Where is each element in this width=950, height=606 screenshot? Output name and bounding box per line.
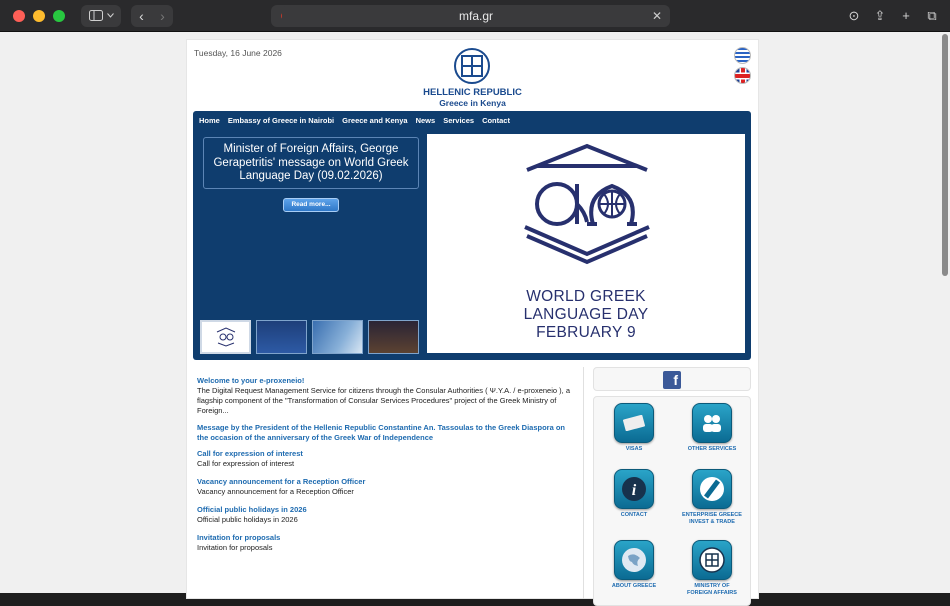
menu-greece-and-kenya[interactable]: Greece and Kenya (342, 116, 407, 125)
news-summary: Official public holidays in 2026 (197, 515, 298, 524)
emblem-icon (692, 540, 732, 580)
news-list: Welcome to your e-proxeneio! The Digital… (187, 367, 584, 599)
menu-embassy[interactable]: Embassy of Greece in Nairobi (228, 116, 334, 125)
news-summary: Call for expression of interest (197, 459, 295, 468)
news-item: Welcome to your e-proxeneio! The Digital… (197, 376, 575, 416)
page-container: Tuesday, 16 June 2026 HELLENIC REPUBLIC … (186, 39, 759, 606)
download-icon[interactable]: ⊙ (846, 8, 862, 24)
slide-feature-image[interactable]: WORLD GREEK LANGUAGE DAY FEBRUARY 9 (427, 134, 745, 353)
slide-thumbnail-3[interactable] (312, 320, 363, 354)
page-viewport: Tuesday, 16 June 2026 HELLENIC REPUBLIC … (0, 32, 950, 606)
slide-thumbnail-4[interactable] (368, 320, 419, 354)
sidebar-toggle-button[interactable] (81, 4, 121, 27)
zoom-window-button[interactable] (53, 9, 65, 22)
menu-contact[interactable]: Contact (482, 116, 510, 125)
close-window-button[interactable] (13, 9, 25, 22)
site-title: HELLENIC REPUBLIC (423, 87, 522, 98)
news-title[interactable]: Official public holidays in 2026 (197, 505, 575, 515)
minimize-window-button[interactable] (33, 9, 45, 22)
news-summary: Vacancy announcement for a Reception Off… (197, 487, 354, 496)
greek-flag-icon[interactable] (734, 47, 751, 64)
url-text: mfa.gr (458, 8, 493, 23)
close-tab-icon[interactable]: ✕ (652, 9, 662, 23)
slide-thumbnails (200, 320, 419, 354)
service-other[interactable]: OTHER SERVICES (682, 403, 742, 453)
service-about-greece[interactable]: ABOUT GREECE (604, 540, 664, 590)
service-label: MINISTRY OF FOREIGN AFFAIRS (687, 583, 737, 596)
world-greek-language-day-logo-icon (524, 143, 650, 265)
news-item: Message by the President of the Hellenic… (197, 423, 575, 443)
history-navigation: ‹ › (131, 4, 173, 27)
slide-headline[interactable]: Minister of Foreign Affairs, George Gera… (203, 137, 419, 189)
service-label: ABOUT GREECE (611, 583, 657, 589)
service-label: VISAS (625, 446, 643, 452)
news-title[interactable]: Call for expression of interest (197, 449, 575, 459)
social-box: f (593, 367, 751, 391)
news-title[interactable]: Vacancy announcement for a Reception Off… (197, 477, 575, 487)
people-icon (692, 403, 732, 443)
address-bar[interactable]: mfa.gr ✕ (282, 4, 670, 27)
service-enterprise-greece[interactable]: ENTERPRISE GREECE INVEST & TRADE (682, 469, 742, 525)
map-icon (614, 540, 654, 580)
slide-thumbnail-2[interactable] (256, 320, 307, 354)
news-item: Official public holidays in 2026 Officia… (197, 505, 575, 525)
menu-home[interactable]: Home (199, 116, 220, 125)
back-button[interactable]: ‹ (131, 5, 152, 27)
share-icon[interactable]: ⇪ (872, 8, 888, 24)
toolbar-right-buttons: ⊙ ⇪ + ⧉ (846, 8, 940, 24)
news-title[interactable]: Invitation for proposals (197, 533, 575, 543)
feature-caption-line-2: LANGUAGE DAY (523, 306, 649, 323)
news-item: Vacancy announcement for a Reception Off… (197, 477, 575, 497)
enterprise-greece-icon (692, 469, 732, 509)
news-title[interactable]: Welcome to your e-proxeneio! (197, 376, 575, 386)
new-tab-icon[interactable]: + (898, 8, 914, 24)
tabs-overview-icon[interactable]: ⧉ (924, 8, 940, 24)
current-date: Tuesday, 16 June 2026 (194, 48, 282, 58)
services-grid: VISAS OTHER SERVICES i CONTACT ENTERPRIS… (593, 396, 751, 606)
coat-of-arms-icon (454, 48, 490, 84)
svg-text:i: i (632, 482, 637, 499)
browser-toolbar: ‹ › mfa.gr ✕ ⊙ ⇪ + ⧉ (0, 0, 950, 32)
site-subtitle: Greece in Kenya (439, 98, 506, 108)
forward-button[interactable]: › (152, 5, 173, 27)
service-label: CONTACT (620, 512, 648, 518)
feature-caption: WORLD GREEK LANGUAGE DAY FEBRUARY 9 (427, 288, 745, 342)
service-visas[interactable]: VISAS (604, 403, 664, 453)
service-label: OTHER SERVICES (687, 446, 737, 452)
sidebar-icon (88, 10, 103, 21)
main-menu: Home Embassy of Greece in Nairobi Greece… (193, 111, 751, 129)
language-day-logo-icon (216, 327, 235, 347)
news-summary: The Digital Request Management Service f… (197, 386, 570, 415)
read-more-button[interactable]: Read more... (283, 198, 339, 212)
featured-slider: Home Embassy of Greece in Nairobi Greece… (193, 111, 751, 360)
slide-thumbnail-1[interactable] (200, 320, 251, 354)
news-item: Invitation for proposals Invitation for … (197, 533, 575, 553)
facebook-icon[interactable]: f (663, 371, 681, 389)
menu-services[interactable]: Services (443, 116, 474, 125)
info-icon: i (614, 469, 654, 509)
news-title[interactable]: Message by the President of the Hellenic… (197, 423, 575, 443)
news-item: Call for expression of interest Call for… (197, 449, 575, 469)
window-controls (13, 9, 65, 22)
service-ministry[interactable]: MINISTRY OF FOREIGN AFFAIRS (682, 540, 742, 596)
feature-caption-line-3: FEBRUARY 9 (536, 324, 636, 341)
menu-news[interactable]: News (416, 116, 436, 125)
chevron-down-icon (106, 13, 114, 18)
feature-caption-line-1: WORLD GREEK (526, 288, 646, 305)
service-label: ENTERPRISE GREECE INVEST & TRADE (682, 512, 742, 525)
vertical-scrollbar[interactable] (942, 34, 948, 276)
service-contact[interactable]: i CONTACT (604, 469, 664, 519)
uk-flag-icon[interactable] (734, 67, 751, 84)
news-summary: Invitation for proposals (197, 543, 273, 552)
passport-icon (614, 403, 654, 443)
